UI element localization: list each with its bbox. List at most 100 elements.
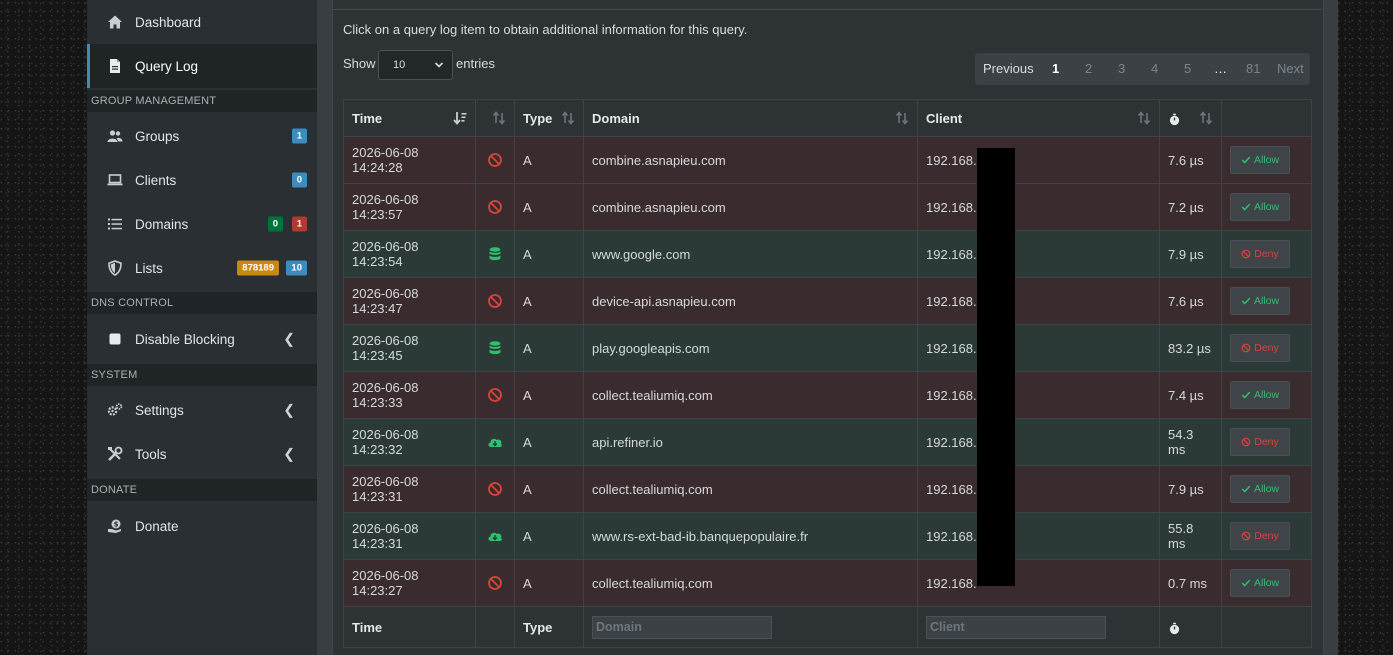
allow-button[interactable]: Allow [1230,287,1290,315]
pagination-page-2[interactable]: 2 [1085,61,1092,76]
sidebar: Dashboard Query Log GROUP MANAGEMENT Gro… [87,0,317,655]
sidebar-item-domains[interactable]: Domains 0 1 [87,202,317,246]
action-cell: Deny [1221,512,1312,560]
column-header-client[interactable]: Client [917,99,1160,137]
column-header-domain[interactable]: Domain [583,99,918,137]
entries-per-page-select[interactable]: 10 [378,50,453,80]
blocked-icon [484,481,506,497]
column-header-status[interactable] [475,99,515,137]
action-cell: Allow [1221,465,1312,513]
chevron-down-icon [434,62,444,68]
sidebar-item-settings[interactable]: Settings ❮ [87,388,317,432]
deny-button[interactable]: Deny [1230,428,1290,456]
check-icon [1241,156,1251,164]
action-cell: Allow [1221,183,1312,231]
sidebar-item-groups[interactable]: Groups 1 [87,114,317,158]
status-cell [475,559,515,607]
footer-domain-cell [583,606,918,648]
lists-count-badge: 10 [286,260,307,276]
reply-time-cell: 7.9 µs [1159,465,1222,513]
pagination-ellipsis: … [1214,61,1227,76]
ban-icon [1241,531,1251,541]
client-cell: 192.168. [917,559,1160,607]
pagination-page-5[interactable]: 5 [1184,61,1191,76]
reply-time-cell: 7.9 µs [1159,230,1222,278]
sort-icon [561,111,575,125]
table-row[interactable]: 2026-06-08 14:23:32 Aapi.refiner.io 192.16… [343,418,1312,466]
pagination-page-3[interactable]: 3 [1118,61,1125,76]
action-cell: Deny [1221,230,1312,278]
action-label: Allow [1253,483,1280,495]
action-label: Deny [1254,530,1279,542]
pagination-page-1[interactable]: 1 [1052,61,1059,76]
table-row[interactable]: 2026-06-08 14:24:28 Acombine.asnapieu.com… [343,136,1312,184]
type-cell: A [514,183,584,231]
domain-cell: www.google.com [583,230,918,278]
sidebar-item-disable-blocking[interactable]: Disable Blocking ❮ [87,317,317,361]
action-cell: Allow [1221,559,1312,607]
domain-cell: collect.tealiumiq.com [583,465,918,513]
table-row[interactable]: 2026-06-08 14:23:57 Acombine.asnapieu.com… [343,183,1312,231]
chevron-left-icon: ❮ [283,330,295,347]
domain-cell: collect.tealiumiq.com [583,371,918,419]
sort-icon [492,111,506,125]
chevron-left-icon: ❮ [283,401,295,418]
shield-icon [107,260,123,276]
sidebar-item-tools[interactable]: Tools ❮ [87,432,317,476]
status-cell [475,136,515,184]
time-cell: 2026-06-08 14:23:31 [343,465,476,513]
box-divider [332,9,1322,10]
svg-text:$: $ [114,521,119,529]
reply-time-cell: 7.4 µs [1159,371,1222,419]
action-label: Allow [1253,389,1280,401]
allow-button[interactable]: Allow [1230,475,1290,503]
pagination-page-81[interactable]: 81 [1246,61,1260,76]
table-row[interactable]: 2026-06-08 14:23:31 Awww.rs-ext-bad-ib.ba… [343,512,1312,560]
table-row[interactable]: 2026-06-08 14:23:47 Adevice-api.asnapieu.… [343,277,1312,325]
check-icon [1241,485,1251,493]
action-cell: Deny [1221,418,1312,466]
database-icon [484,340,506,356]
groups-count-badge: 1 [291,128,307,144]
action-label: Allow [1253,154,1280,166]
allow-button[interactable]: Allow [1230,193,1290,221]
deny-button[interactable]: Deny [1230,522,1290,550]
pagination-next[interactable]: Next [1277,61,1304,76]
time-cell: 2026-06-08 14:23:32 [343,418,476,466]
column-header-time[interactable]: Time [343,99,476,137]
sidebar-item-clients[interactable]: Clients 0 [87,158,317,202]
donate-icon: $ [107,518,123,534]
column-header-reply-time[interactable] [1159,99,1222,137]
column-header-type[interactable]: Type [514,99,584,137]
domain-filter-input[interactable] [592,615,772,639]
domain-cell: combine.asnapieu.com [583,183,918,231]
client-filter-input[interactable] [926,615,1106,639]
action-label: Deny [1254,436,1279,448]
deny-button[interactable]: Deny [1230,240,1290,268]
allow-button[interactable]: Allow [1230,146,1290,174]
pagination-previous[interactable]: Previous [983,61,1034,76]
sidebar-item-lists[interactable]: Lists 878189 10 [87,246,317,290]
cloud-download-icon [484,528,506,544]
pagination-page-4[interactable]: 4 [1151,61,1158,76]
blocked-icon [484,575,506,591]
allow-button[interactable]: Allow [1230,569,1290,597]
sidebar-item-dashboard[interactable]: Dashboard [87,0,317,44]
table-row[interactable]: 2026-06-08 14:23:31 Acollect.tealiumiq.co… [343,465,1312,513]
table-row[interactable]: 2026-06-08 14:23:27 Acollect.tealiumiq.co… [343,559,1312,607]
allow-button[interactable]: Allow [1230,381,1290,409]
sidebar-item-label: Groups [135,128,180,144]
table-row[interactable]: 2026-06-08 14:23:45 Aplay.googleapis.com 1… [343,324,1312,372]
type-cell: A [514,277,584,325]
sidebar-item-query-log[interactable]: Query Log [87,44,317,88]
domain-cell: device-api.asnapieu.com [583,277,918,325]
section-header-donate: DONATE [87,479,317,501]
client-cell: 192.168. [917,324,1160,372]
sidebar-item-donate[interactable]: $ Donate [87,504,317,548]
table-row[interactable]: 2026-06-08 14:23:33 Acollect.tealiumiq.co… [343,371,1312,419]
footer-type-label: Type [514,606,584,648]
stopwatch-icon [1169,113,1180,125]
blocked-icon [484,199,506,215]
deny-button[interactable]: Deny [1230,334,1290,362]
table-row[interactable]: 2026-06-08 14:23:54 Awww.google.com 192.16… [343,230,1312,278]
